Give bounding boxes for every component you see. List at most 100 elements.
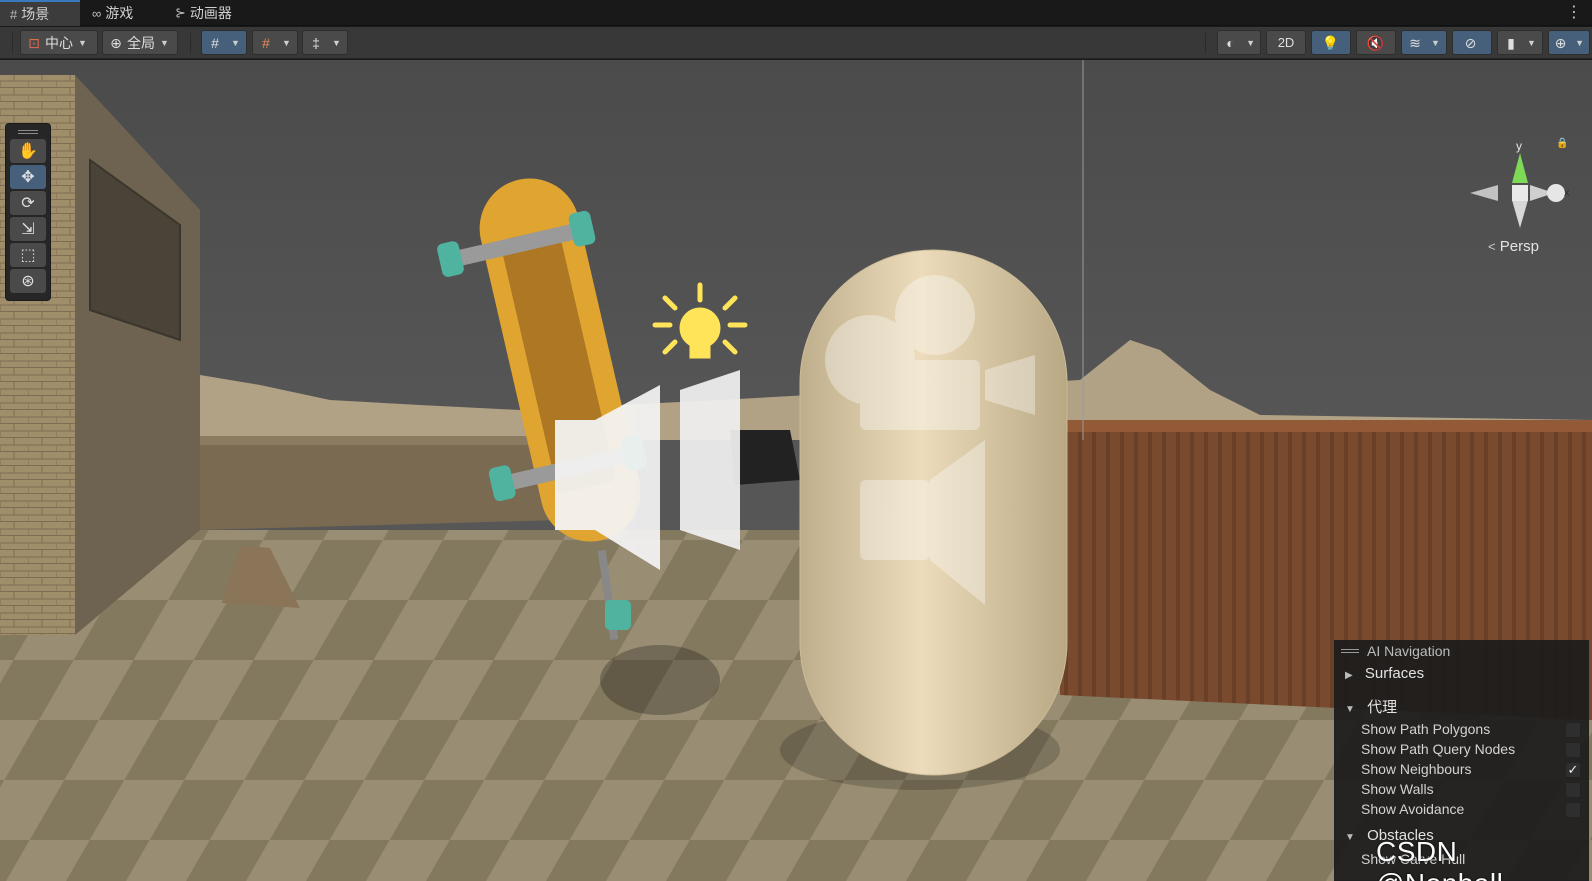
checkbox[interactable] (1565, 722, 1581, 738)
surfaces-label: Surfaces (1364, 665, 1425, 682)
scale-tool-button[interactable]: ⇲ (10, 217, 46, 241)
option-show-neighbours[interactable]: Show Neighbours ✓ (1361, 761, 1587, 778)
tab-game[interactable]: ∞ 游戏 (82, 0, 162, 26)
light-bulb-icon: 💡 (1321, 34, 1339, 51)
mode-2d-toggle[interactable]: 2D (1266, 30, 1306, 55)
option-label: Show Walls (1361, 781, 1434, 797)
tab-animator[interactable]: ⊱ 动画器 (165, 0, 255, 26)
camera-settings-dropdown[interactable]: ▮ ▼ (1497, 30, 1543, 55)
tab-game-label: 游戏 (105, 5, 134, 21)
pivot-center-icon: ⊡ (28, 34, 40, 51)
option-label: Show Neighbours (1361, 761, 1472, 777)
hand-tool-button[interactable]: ✋ (10, 139, 46, 163)
animator-icon: ⊱ (175, 5, 186, 20)
shading-mode-icon: ◐ (1226, 34, 1235, 51)
triangle-down-icon: ▼ (1345, 832, 1355, 843)
audio-toggle[interactable]: 🔇 (1356, 30, 1396, 55)
grid-y-icon: # (211, 34, 219, 51)
toolbar-separator (1205, 33, 1206, 53)
mode-2d-label: 2D (1277, 35, 1295, 50)
toolbar-separator (190, 33, 191, 53)
tab-scene[interactable]: # 场景 (0, 0, 80, 26)
rotate-tool-button[interactable]: ⟳ (10, 191, 46, 215)
camera-icon: ▮ (1507, 34, 1515, 51)
chevron-down-icon: ▼ (78, 37, 87, 48)
chevron-down-icon: ▼ (1575, 37, 1584, 48)
checkbox-checked[interactable]: ✓ (1565, 762, 1581, 778)
option-label: Show Path Polygons (1361, 721, 1491, 737)
option-show-path-query-nodes[interactable]: Show Path Query Nodes (1361, 741, 1587, 758)
lock-icon[interactable]: 🔒 (1556, 138, 1568, 149)
more-options-icon[interactable]: ⋮ (1566, 2, 1582, 22)
gizmo-y-label: y (1516, 139, 1522, 153)
gizmo-globe-icon: ⊕ (1554, 34, 1567, 51)
draw-mode-dropdown[interactable]: ◐ ▼ (1217, 30, 1261, 55)
toolbar-separator (12, 33, 13, 53)
projection-mode-toggle[interactable]: < Persp (1488, 238, 1539, 255)
hidden-objects-toggle[interactable]: ⊘ (1452, 30, 1492, 55)
move-arrows-icon: ✥ (21, 169, 35, 186)
drag-handle-icon (1341, 649, 1359, 653)
window-tab-bar: # 场景 ∞ 游戏 ⊱ 动画器 ⋮ (0, 0, 1592, 26)
agents-label: 代理 (1367, 699, 1398, 716)
scene-toolbar: ⊡ 中心 ▼ ⊕ 全局 ▼ # ▼ # ▼ ‡ ▼ ◐ ▼ 2D 💡 🔇 ≋ ▼… (0, 27, 1592, 59)
triangle-down-icon: ▼ (1345, 704, 1355, 715)
scale-icon: ⇲ (21, 221, 35, 238)
rotate-icon: ⟳ (21, 195, 35, 212)
tab-animator-label: 动画器 (189, 5, 232, 21)
option-show-path-polygons[interactable]: Show Path Polygons (1361, 721, 1587, 738)
hand-icon: ✋ (18, 143, 38, 160)
option-label: Show Path Query Nodes (1361, 741, 1516, 757)
checkbox[interactable] (1565, 742, 1581, 758)
ai-navigation-header[interactable]: AI Navigation (1335, 641, 1588, 661)
rect-transform-icon: ⬚ (20, 247, 36, 264)
increment-snapping-toggle[interactable]: ‡ ▼ (302, 30, 348, 55)
checkbox[interactable] (1565, 802, 1581, 818)
grid-snap-icon: # (262, 34, 270, 51)
grid-visibility-toggle[interactable]: # ▼ (201, 30, 247, 55)
chevron-down-icon: ▼ (1246, 37, 1255, 48)
rect-tool-button[interactable]: ⬚ (10, 243, 46, 267)
transform-tool-button[interactable]: ⊛ (10, 269, 46, 293)
chevron-down-icon: ▼ (1527, 37, 1536, 48)
chevron-down-icon: ▼ (332, 37, 341, 48)
ruler-icon: ‡ (312, 34, 320, 51)
chevron-down-icon: ▼ (282, 37, 291, 48)
transform-all-icon: ⊛ (21, 273, 35, 290)
pivot-space-label: 全局 (127, 34, 155, 51)
projection-mode-label: Persp (1499, 238, 1539, 255)
checkmark-icon: ✓ (1567, 762, 1579, 777)
grid-icon: # (10, 6, 18, 22)
option-show-walls[interactable]: Show Walls (1361, 781, 1587, 798)
gizmos-dropdown[interactable]: ⊕ ▼ (1548, 30, 1590, 55)
effects-layers-icon: ≋ (1409, 34, 1421, 51)
grid-snapping-toggle[interactable]: # ▼ (252, 30, 298, 55)
chevron-down-icon: ▼ (1431, 37, 1440, 48)
drag-handle[interactable] (10, 127, 46, 137)
chevron-down-icon: ▼ (160, 37, 169, 48)
lighting-toggle[interactable]: 💡 (1311, 30, 1351, 55)
ai-navigation-title: AI Navigation (1367, 643, 1451, 659)
gizmo-x-label: x (1564, 187, 1570, 199)
pivot-mode-label: 中心 (45, 34, 73, 51)
move-tool-button[interactable]: ✥ (10, 165, 46, 189)
eye-slash-icon: ⊘ (1464, 34, 1477, 51)
chevron-down-icon: ▼ (231, 37, 240, 48)
pivot-mode-dropdown[interactable]: ⊡ 中心 ▼ (20, 30, 98, 55)
triangle-right-icon: ▶ (1345, 670, 1353, 681)
globe-icon: ⊕ (110, 34, 122, 51)
audio-mute-icon: 🔇 (1366, 34, 1384, 51)
pivot-space-dropdown[interactable]: ⊕ 全局 ▼ (102, 30, 178, 55)
gamepad-icon: ∞ (92, 5, 102, 21)
watermark: CSDN @Nonball (1376, 836, 1503, 881)
transform-tools-panel: ✋ ✥ ⟳ ⇲ ⬚ ⊛ (5, 123, 51, 301)
surfaces-foldout[interactable]: ▶ Surfaces (1345, 665, 1424, 682)
option-show-avoidance[interactable]: Show Avoidance (1361, 801, 1587, 818)
option-label: Show Avoidance (1361, 801, 1465, 817)
tab-scene-label: 场景 (21, 6, 50, 22)
agents-foldout[interactable]: ▼ 代理 (1345, 696, 1397, 717)
effects-dropdown[interactable]: ≋ ▼ (1401, 30, 1447, 55)
light-gizmo-icon (652, 282, 748, 359)
chevron-left-icon: < (1488, 239, 1496, 254)
checkbox[interactable] (1565, 782, 1581, 798)
